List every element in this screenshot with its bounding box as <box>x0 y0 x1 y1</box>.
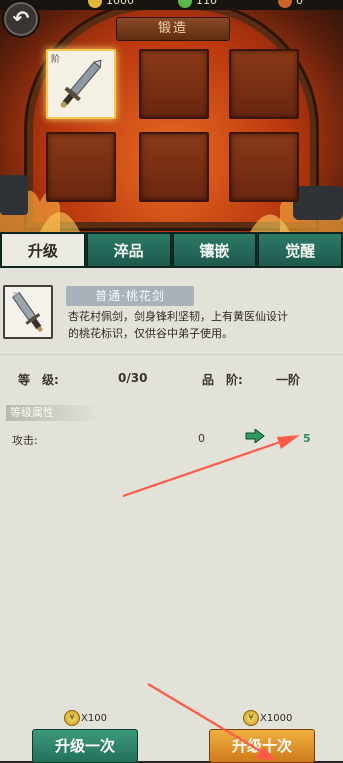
forge-slot-4[interactable] <box>46 132 116 202</box>
upgrade-panel: 普通·桃花剑 杏花村佩剑，剑身锋利坚韧，上有黄医仙设计的桃花标识，仅供谷中弟子使… <box>0 268 343 763</box>
jade-icon <box>178 0 192 8</box>
page-title: 锻造 <box>116 17 230 41</box>
upgrade-one-cost: ¥ X100 <box>64 710 107 726</box>
forge-area: 1000 110 0 ↶ 锻造 阶 <box>0 0 343 232</box>
level-attributes-header: 等级属性 <box>6 405 98 421</box>
coin-icon: ¥ <box>64 710 80 726</box>
anvil-left-decoration <box>0 175 28 215</box>
tab-upgrade[interactable]: 升级 <box>1 233 85 267</box>
attack-label: 攻击: <box>12 434 38 447</box>
rank-label: 品 阶: <box>202 373 243 387</box>
item-name: 普通·桃花剑 <box>66 286 194 306</box>
resource-jade: 110 <box>178 0 217 8</box>
upgrade-ten-times-button[interactable]: 升级十次 <box>209 729 315 763</box>
forge-slot-3[interactable] <box>229 49 299 119</box>
back-button[interactable]: ↶ <box>2 0 40 38</box>
upgrade-ten-cost: ¥ X1000 <box>243 710 292 726</box>
tab-quench[interactable]: 淬品 <box>86 233 171 267</box>
rank-badge: 阶 <box>51 55 61 65</box>
hammer-icon <box>278 0 292 8</box>
level-label: 等 级: <box>18 373 59 387</box>
item-icon-box <box>3 285 53 339</box>
resource-hammer: 0 <box>278 0 303 8</box>
level-value: 0/30 <box>118 371 148 385</box>
attack-next-value: 5 <box>303 432 311 445</box>
divider <box>0 354 343 355</box>
forge-slot-1[interactable]: 阶 <box>46 49 116 119</box>
resource-coin: 1000 <box>88 0 134 8</box>
rank-value: 一阶 <box>276 373 301 387</box>
tab-awaken[interactable]: 觉醒 <box>258 233 342 267</box>
forge-slot-6[interactable] <box>229 132 299 202</box>
forge-slot-5[interactable] <box>139 132 209 202</box>
back-arrow-icon: ↶ <box>12 6 30 30</box>
item-description: 杏花村佩剑，剑身锋利坚韧，上有黄医仙设计的桃花标识，仅供谷中弟子使用。 <box>68 310 288 340</box>
attack-current-value: 0 <box>198 432 205 445</box>
tab-inlay[interactable]: 镶嵌 <box>172 233 257 267</box>
coin-icon: ¥ <box>243 710 259 726</box>
coin-icon <box>88 0 102 8</box>
sword-icon <box>11 291 43 332</box>
anvil-right-decoration <box>293 186 343 220</box>
forge-slot-2[interactable] <box>139 49 209 119</box>
right-arrow-icon <box>245 429 265 443</box>
tab-bar: 升级 淬品 镶嵌 觉醒 <box>0 232 343 268</box>
upgrade-once-button[interactable]: 升级一次 <box>32 729 138 763</box>
